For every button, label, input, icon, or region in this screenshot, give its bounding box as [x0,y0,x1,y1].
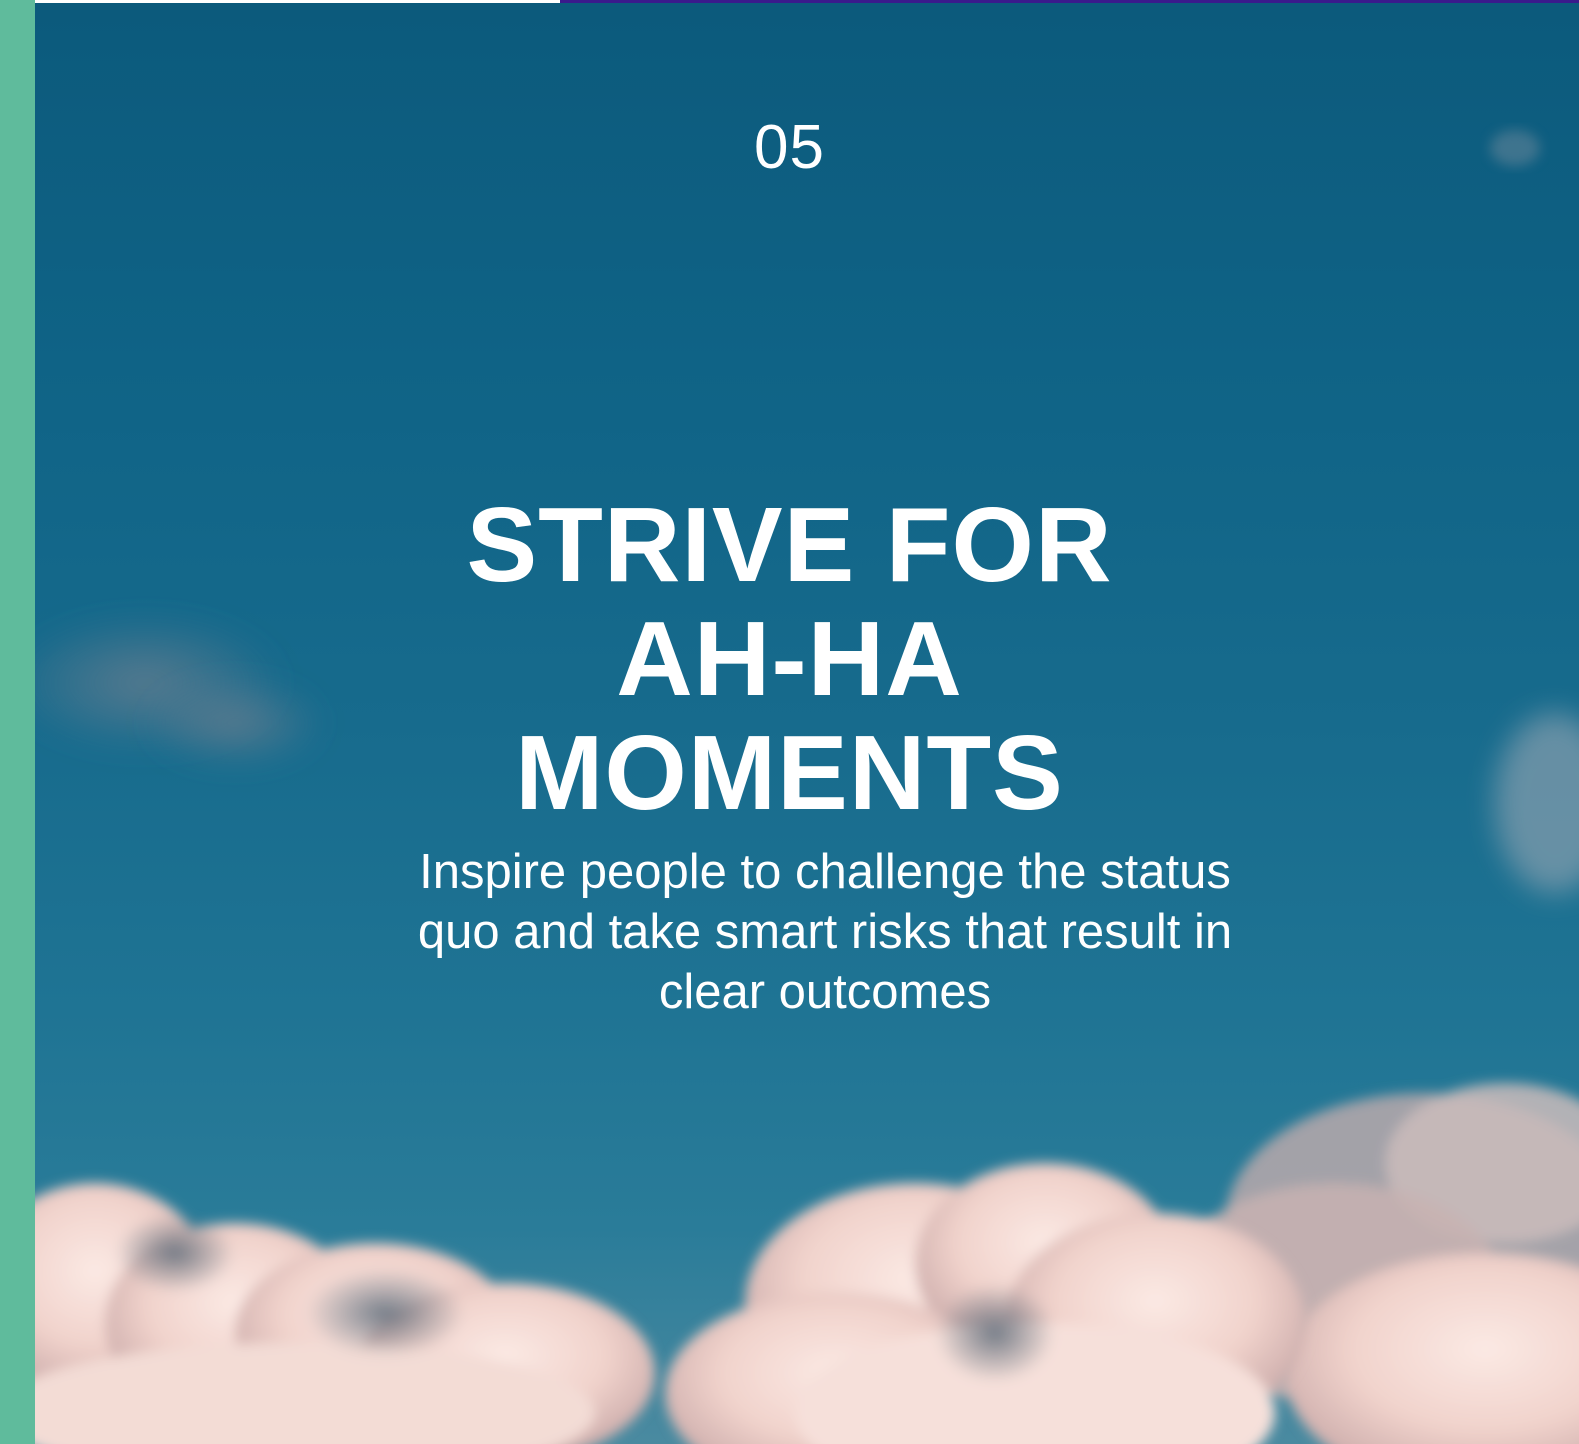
slide-page: 05 STRIVE FOR AH-HA MOMENTS Inspire peop… [0,0,1579,1444]
headline-line-2: AH-HA [616,600,963,718]
slide-headline: STRIVE FOR AH-HA MOMENTS [0,488,1579,830]
headline-line-1: STRIVE FOR [466,486,1113,604]
slide-subtext: Inspire people to challenge the status q… [417,845,1233,1019]
slide-number: 05 [754,113,825,182]
headline-line-3: MOMENTS [515,714,1064,832]
